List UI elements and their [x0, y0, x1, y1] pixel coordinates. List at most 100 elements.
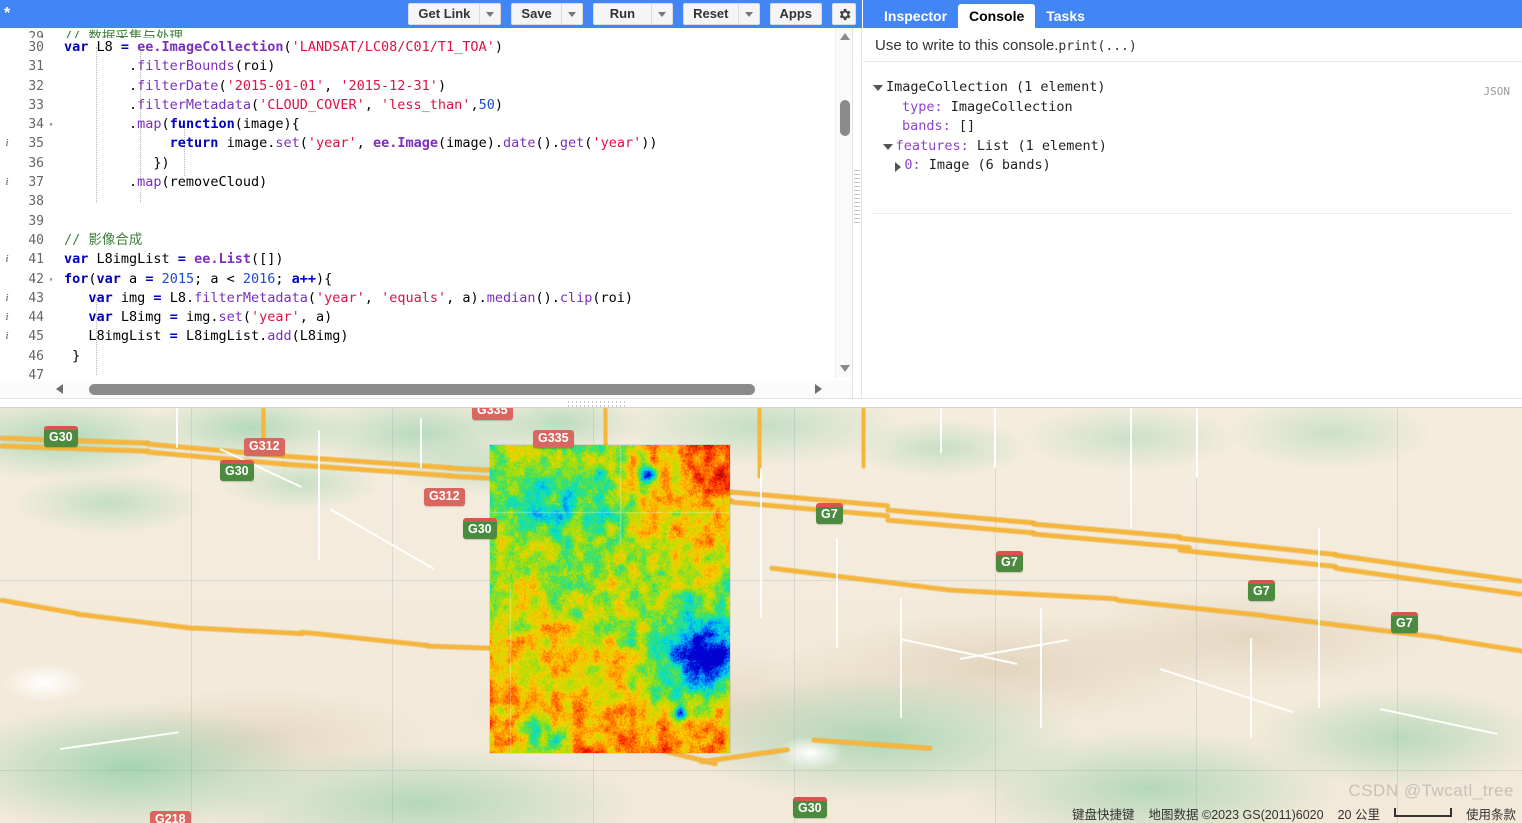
- code-line[interactable]: 38: [0, 192, 852, 211]
- code-line[interactable]: 39: [0, 212, 852, 231]
- road-segment: [862, 408, 865, 468]
- console-key: type:: [902, 98, 943, 115]
- highway-shield: G30: [463, 518, 497, 539]
- save-button[interactable]: Save: [511, 3, 562, 25]
- code-line[interactable]: 30 var L8 = ee.ImageCollection('LANDSAT/L…: [0, 38, 852, 57]
- code-text: }): [64, 154, 170, 171]
- line-number: 46: [28, 348, 44, 364]
- expand-collapse-triangle-down[interactable]: [873, 85, 883, 91]
- editor-console-splitter[interactable]: [852, 28, 862, 398]
- road-segment: [836, 538, 838, 648]
- code-line[interactable]: 46 }: [0, 347, 852, 366]
- scroll-up-icon[interactable]: [840, 33, 850, 40]
- code-line[interactable]: 31 .filterBounds(roi): [0, 57, 852, 76]
- tab-inspector[interactable]: Inspector: [873, 4, 958, 28]
- gear-icon: [839, 8, 850, 20]
- v-scroll-thumb[interactable]: [840, 100, 850, 136]
- console-value: List (1 element): [968, 137, 1107, 154]
- code-line[interactable]: 29 // 数据采集与处理: [0, 28, 852, 38]
- run-button[interactable]: Run: [592, 3, 653, 25]
- line-info-icon[interactable]: i: [0, 250, 14, 269]
- highway-shield: G7: [996, 551, 1023, 572]
- code-line[interactable]: i 35 return image.set('year', ee.Image(im…: [0, 134, 852, 153]
- console-output-line: bands: []: [873, 117, 1510, 137]
- apps-button[interactable]: Apps: [769, 3, 822, 25]
- console-key: features:: [895, 137, 969, 154]
- code-line[interactable]: 40 // 影像合成: [0, 231, 852, 250]
- code-editor-pane[interactable]: 29 // 数据采集与处理 30 var L8 = ee.ImageCollectio…: [0, 28, 852, 398]
- scroll-down-icon[interactable]: [840, 365, 850, 372]
- line-number: 30: [28, 40, 44, 55]
- line-info-icon[interactable]: i: [0, 308, 14, 327]
- settings-button[interactable]: [832, 3, 856, 25]
- line-number: 44: [28, 310, 44, 326]
- line-number: 36: [28, 155, 44, 171]
- tab-console[interactable]: Console: [958, 4, 1036, 28]
- tab-tasks[interactable]: Tasks: [1035, 4, 1096, 28]
- editor-map-splitter[interactable]: [0, 398, 1522, 408]
- line-number: 39: [28, 213, 44, 229]
- reset-button[interactable]: Reset: [683, 3, 739, 25]
- code-line[interactable]: i 37 .map(removeCloud): [0, 173, 852, 192]
- console-value: []: [950, 118, 976, 134]
- road-segment: [1250, 638, 1252, 738]
- run-dropdown-button[interactable]: [652, 3, 674, 25]
- map-splitter-grip[interactable]: [568, 401, 628, 407]
- ndvi-layer[interactable]: [490, 445, 730, 753]
- scale-bar: [1393, 808, 1452, 817]
- reset-group: Reset: [683, 3, 760, 25]
- road-segment: [900, 598, 902, 718]
- code-fold-toggle[interactable]: ▾: [44, 270, 58, 289]
- code-line[interactable]: i 41 var L8imgList = ee.List([]): [0, 250, 852, 269]
- code-line[interactable]: i 43 var img = L8.filterMetadata('year', …: [0, 289, 852, 308]
- code-line[interactable]: 33 .filterMetadata('CLOUD_COVER', 'less_…: [0, 96, 852, 115]
- code-line[interactable]: i 45 L8imgList = L8imgList.add(L8img): [0, 327, 852, 346]
- line-info-icon[interactable]: i: [0, 134, 14, 153]
- code-text: }: [64, 347, 81, 364]
- snow-patch: [0, 653, 120, 713]
- code-line[interactable]: 34 ▾ .map(function(image){: [0, 115, 852, 134]
- expand-collapse-triangle-down[interactable]: [882, 143, 893, 150]
- editor-vertical-scrollbar[interactable]: [835, 28, 852, 378]
- code-line[interactable]: 42 ▾ for(var a = 2015; a < 2016; a++){: [0, 270, 852, 289]
- console-rule: [873, 213, 1511, 214]
- expand-collapse-triangle-right[interactable]: [895, 162, 902, 172]
- console-output-line: 0: Image (6 bands): [873, 156, 1510, 176]
- line-number: 34: [28, 117, 44, 133]
- highway-shield: G7: [816, 503, 843, 524]
- map-canvas[interactable]: G30 G312 G30 G312 G30 G335 G335 G7 G7 G7 G7 G30 G218…: [0, 408, 1522, 823]
- h-scroll-thumb[interactable]: [89, 383, 755, 395]
- console-output-line: features: List (1 element): [873, 137, 1510, 157]
- line-number: 33: [28, 97, 44, 113]
- h-scroll-track[interactable]: [67, 383, 811, 395]
- road-segment: [760, 468, 762, 618]
- splitter-grip[interactable]: [854, 170, 860, 226]
- line-info-icon[interactable]: i: [0, 173, 14, 192]
- scroll-left-icon[interactable]: [56, 384, 63, 394]
- scroll-right-icon[interactable]: [815, 384, 822, 394]
- get-link-dropdown-button[interactable]: [480, 3, 502, 25]
- code-text: var L8 = ee.ImageCollection('LANDSAT/LC0…: [64, 39, 503, 55]
- scale-label: 20 公里: [1337, 807, 1380, 822]
- line-info-icon[interactable]: i: [0, 289, 14, 308]
- get-link-button[interactable]: Get Link: [408, 3, 481, 25]
- save-dropdown-button[interactable]: [561, 3, 583, 25]
- code-text: for(var a = 2015; a < 2016; a++){: [64, 270, 333, 287]
- reset-dropdown-button[interactable]: [738, 3, 760, 25]
- keyboard-shortcuts-link[interactable]: 键盘快捷键: [1072, 804, 1135, 823]
- chevron-down-icon: [486, 11, 495, 17]
- code-line[interactable]: 36 }): [0, 154, 852, 173]
- code-line[interactable]: 32 .filterDate('2015-01-01', '2015-12-31…: [0, 77, 852, 96]
- road-segment: [1318, 528, 1320, 708]
- terms-of-use-link[interactable]: 使用条款: [1466, 804, 1516, 823]
- json-link[interactable]: JSON: [1484, 82, 1511, 102]
- editor-horizontal-scrollbar[interactable]: [0, 380, 852, 398]
- code-fold-toggle[interactable]: ▾: [44, 115, 58, 134]
- code-line[interactable]: i 44 var L8img = img.set('year', a): [0, 308, 852, 327]
- line-info-icon[interactable]: i: [0, 327, 14, 346]
- map-attribution-bar: 键盘快捷键 地图数据 ©2023 GS(2011)6020 20 公里 使用条款: [0, 803, 1522, 823]
- console-value: Image (6 bands): [920, 157, 1051, 173]
- code-lines-container[interactable]: 29 // 数据采集与处理 30 var L8 = ee.ImageCollectio…: [0, 28, 852, 398]
- road-segment: [1196, 408, 1198, 478]
- line-number: 43: [28, 290, 44, 306]
